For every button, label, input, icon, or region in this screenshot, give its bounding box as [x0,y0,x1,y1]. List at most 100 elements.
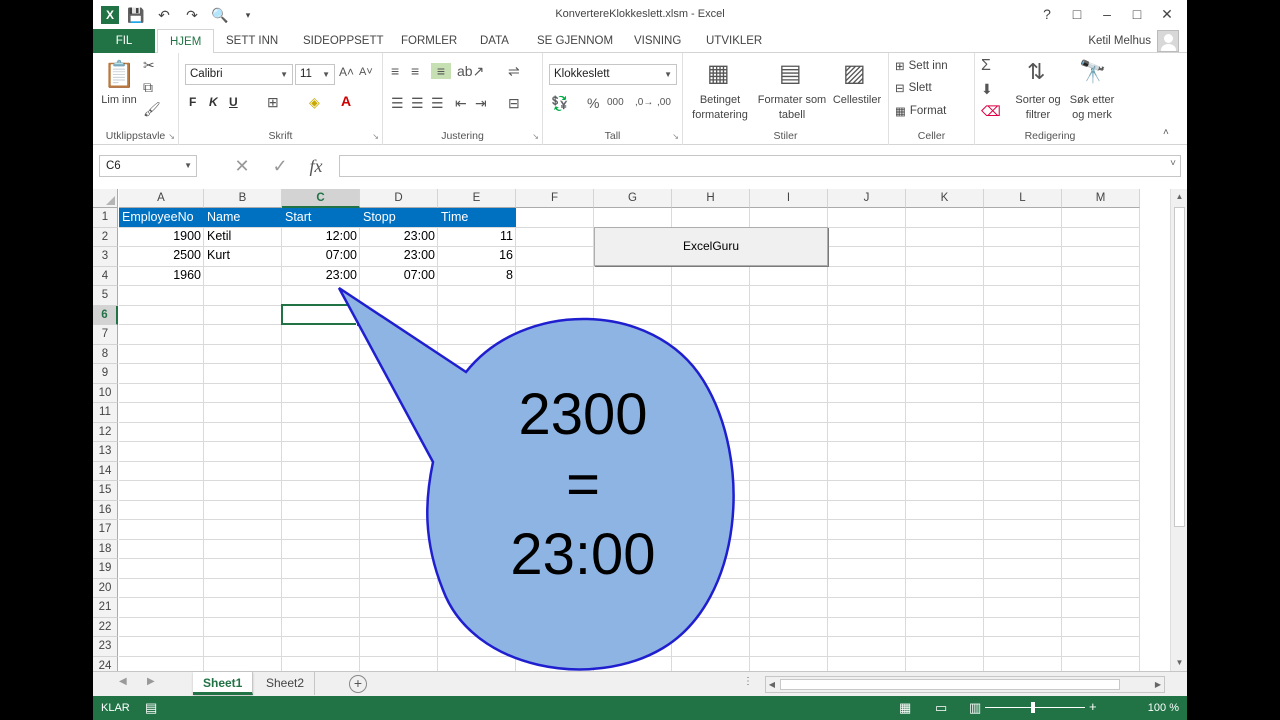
cell-c4[interactable]: 23:00 [282,266,360,285]
align-right-icon[interactable]: ☰ [431,95,444,112]
name-box[interactable]: C6 ▼ [99,155,197,177]
scroll-thumb[interactable] [1174,207,1185,527]
cell-d4[interactable]: 07:00 [360,266,438,285]
tab-insert[interactable]: SETT INN [226,29,278,53]
vertical-scrollbar[interactable]: ▲ ▼ [1170,189,1187,671]
accounting-format-icon[interactable]: 💱 [551,95,568,112]
dialog-launcher-icon[interactable]: ↘ [168,132,175,141]
row-header-18[interactable]: 18 [93,539,118,559]
row-header-24[interactable]: 24 [93,656,118,671]
cell-a4[interactable]: 1960 [119,266,204,285]
percent-style-icon[interactable]: % [587,95,599,111]
collapse-ribbon-icon[interactable]: ˄ [1163,127,1169,138]
column-header-b[interactable]: B [204,189,282,208]
cell-b3[interactable]: Kurt [204,246,282,265]
row-header-4[interactable]: 4 [93,266,118,286]
column-header-i[interactable]: I [750,189,828,208]
paste-button-label[interactable]: Lim inn [99,93,139,108]
scroll-right-icon[interactable]: ▶ [1152,677,1164,692]
column-header-l[interactable]: L [984,189,1062,208]
dialog-launcher-icon[interactable]: ↘ [532,132,539,141]
sheet-prev-icon[interactable]: ◀ [119,676,127,687]
cell-b4[interactable] [204,266,282,285]
format-cells-button[interactable]: ▦ Format [895,104,946,118]
page-break-view-icon[interactable]: ▥ [969,700,981,716]
tab-formulas[interactable]: FORMLER [401,29,457,53]
row-header-16[interactable]: 16 [93,500,118,520]
scroll-down-icon[interactable]: ▼ [1171,655,1187,671]
enter-icon[interactable]: ✓ [267,155,293,177]
select-all-corner[interactable] [93,189,118,208]
row-header-1[interactable]: 1 [93,208,118,228]
close-button[interactable]: ✕ [1153,4,1181,24]
tab-file[interactable]: FIL [93,29,155,53]
row-header-8[interactable]: 8 [93,344,118,364]
tab-review[interactable]: SE GJENNOM [537,29,613,53]
sort-filter-icon[interactable]: ⇅ [1027,59,1045,85]
wrap-text-icon[interactable]: ⇌ [508,63,520,80]
hscroll-thumb[interactable] [780,679,1120,690]
minimize-button[interactable]: – [1093,4,1121,24]
row-header-11[interactable]: 11 [93,403,118,423]
sort-filter-button[interactable]: Sorter og filtrer [1011,93,1065,123]
column-header-c[interactable]: C [282,189,360,208]
italic-button[interactable]: K [209,95,218,109]
tab-page-layout[interactable]: SIDEOPPSETT [303,29,384,53]
autosum-icon[interactable]: Σ [981,57,991,75]
merge-center-icon[interactable]: ⊟ [508,95,520,112]
borders-icon[interactable]: ⊞ [267,94,279,111]
column-header-h[interactable]: H [672,189,750,208]
tab-home[interactable]: HJEM [157,29,215,54]
row-header-20[interactable]: 20 [93,578,118,598]
format-painter-icon[interactable]: 🖌 [143,101,161,118]
cut-icon[interactable]: ✂ [143,57,155,74]
row-header-23[interactable]: 23 [93,637,118,657]
help-button[interactable]: ? [1033,4,1061,24]
column-header-f[interactable]: F [516,189,594,208]
copy-icon[interactable]: ⧉ [143,79,153,96]
formula-input[interactable]: ˅ [339,155,1181,177]
row-header-14[interactable]: 14 [93,461,118,481]
maximize-button[interactable]: □ [1123,4,1151,24]
cell-a3[interactable]: 2500 [119,246,204,265]
table-header-cell[interactable]: Stopp [360,208,438,227]
cell-d3[interactable]: 23:00 [360,246,438,265]
table-header-cell[interactable]: Name [204,208,282,227]
format-as-table-icon[interactable]: ▤ [779,59,802,88]
conditional-formatting-button[interactable]: Betinget formatering [685,93,755,123]
font-color-icon[interactable]: A [341,93,351,109]
underline-button[interactable]: U [229,95,238,109]
tab-split-icon[interactable]: ⋮ [743,676,753,687]
row-header-5[interactable]: 5 [93,286,118,306]
active-cell[interactable] [281,304,363,327]
avatar[interactable] [1157,30,1179,52]
row-header-9[interactable]: 9 [93,364,118,384]
column-header-g[interactable]: G [594,189,672,208]
cell-e4[interactable]: 8 [438,266,516,285]
font-name-dropdown[interactable]: Calibri ▼ [185,64,293,85]
decrease-decimal-icon[interactable]: ,00 [657,97,671,108]
comma-style-icon[interactable]: 000 [607,97,624,108]
add-sheet-button[interactable]: + [349,675,367,693]
row-header-6[interactable]: 6 [93,305,118,325]
zoom-in-icon[interactable]: + [1089,699,1097,714]
table-header-cell[interactable]: EmployeeNo [119,208,204,227]
align-top-icon[interactable]: ≡ [391,63,399,79]
zoom-slider[interactable] [985,702,1085,713]
zoom-slider-knob[interactable] [1031,702,1035,713]
row-header-3[interactable]: 3 [93,247,118,267]
row-header-10[interactable]: 10 [93,383,118,403]
cell-styles-button[interactable]: Cellestiler [827,93,887,108]
fill-icon[interactable]: ⬇ [981,81,993,98]
sheet-tab-sheet1[interactable]: Sheet1 [193,672,254,695]
cell-b2[interactable]: Ketil [204,227,282,246]
excelguru-button[interactable]: ExcelGuru [594,227,828,266]
number-format-dropdown[interactable]: Klokkeslett ▼ [549,64,677,85]
dialog-launcher-icon[interactable]: ↘ [372,132,379,141]
cancel-icon[interactable]: ✕ [229,155,255,177]
row-header-15[interactable]: 15 [93,481,118,501]
normal-view-icon[interactable]: ▦ [899,700,911,716]
row-header-2[interactable]: 2 [93,227,118,247]
insert-cells-button[interactable]: ⊞ Sett inn [895,59,948,73]
sheet-tab-sheet2[interactable]: Sheet2 [256,672,316,695]
